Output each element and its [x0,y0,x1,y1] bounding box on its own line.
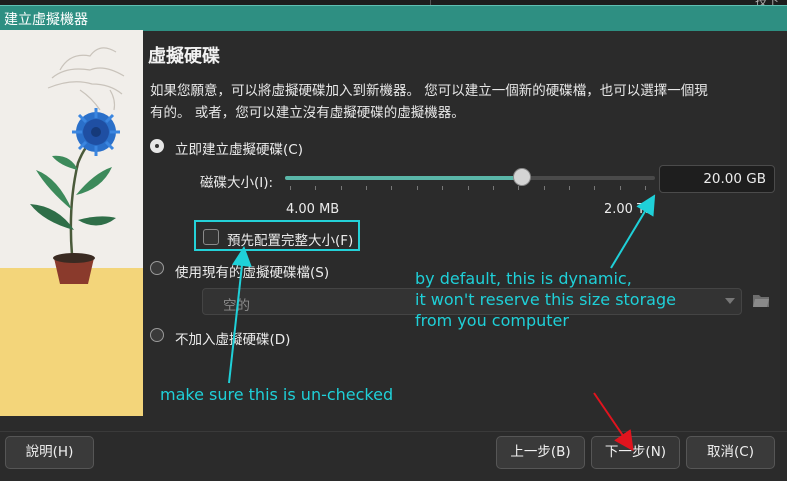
slider-tick [594,186,596,190]
radio-create-new-label[interactable]: 立即建立虛擬硬碟(C) [175,138,303,158]
slider-max-label: 2.00 TB [604,202,654,217]
window-title: 建立虛擬機器 [4,12,88,28]
slider-tick [290,186,291,190]
next-button[interactable]: 下一步(N) [591,436,680,469]
radio-use-existing-label[interactable]: 使用現有的虛擬硬碟檔(S) [175,261,329,281]
slider-tick [467,186,469,190]
slider-tick [391,186,393,190]
disk-size-field[interactable]: 20.00 GB [659,165,775,193]
slider-tick [315,186,317,190]
disk-size-slider[interactable] [285,168,655,186]
slider-fill [285,176,522,180]
plant-illustration-icon [30,47,125,284]
folder-icon [753,295,769,307]
annotation-dynamic-note-line: it won't reserve this size storage [415,290,676,309]
page-title: 虛擬硬碟 [148,46,220,67]
wizard-illustration [0,30,143,416]
page-description: 如果您願意，可以將虛擬硬碟加入到新機器。 您可以建立一個新的硬碟檔，也可以選擇一… [150,83,708,121]
cancel-button[interactable]: 取消(C) [686,436,775,469]
slider-tick [340,186,342,190]
footer-divider [0,431,787,432]
radio-no-disk[interactable] [150,328,164,342]
dialog-title-tab[interactable]: 建立虛擬機器 [0,5,787,31]
annotation-dynamic-note-line: from you computer [415,311,569,330]
help-button[interactable]: 說明(H) [5,436,94,469]
existing-disk-combo-value: 空的 [223,298,250,314]
slider-tick [645,186,646,190]
radio-use-existing[interactable] [150,261,164,275]
chevron-down-icon [725,298,735,304]
slider-tick [568,186,570,190]
disk-size-label: 磁碟大小(I): [200,175,274,191]
slider-min-label: 4.00 MB [286,202,340,217]
annotation-highlight-box [194,220,360,251]
annotation-dynamic-note-line: by default, this is dynamic, [415,269,632,288]
slider-tick [366,186,368,190]
annotation-uncheck-note: make sure this is un-checked [160,385,394,404]
slider-tick [416,186,418,190]
slider-tick [518,186,520,190]
back-button[interactable]: 上一步(B) [496,436,585,469]
slider-ticks [290,186,646,190]
slider-tick [492,186,494,190]
slider-handle[interactable] [512,168,531,186]
slider-tick [442,186,444,190]
slider-tick [543,186,545,190]
slider-tick [619,186,621,190]
title-bar: 技下 建立虛擬機器 [0,0,787,31]
radio-no-disk-label[interactable]: 不加入虛擬硬碟(D) [175,328,290,348]
radio-create-new[interactable] [150,139,164,153]
annotation-dynamic-note: by default, this is dynamic, it won't re… [415,268,676,331]
